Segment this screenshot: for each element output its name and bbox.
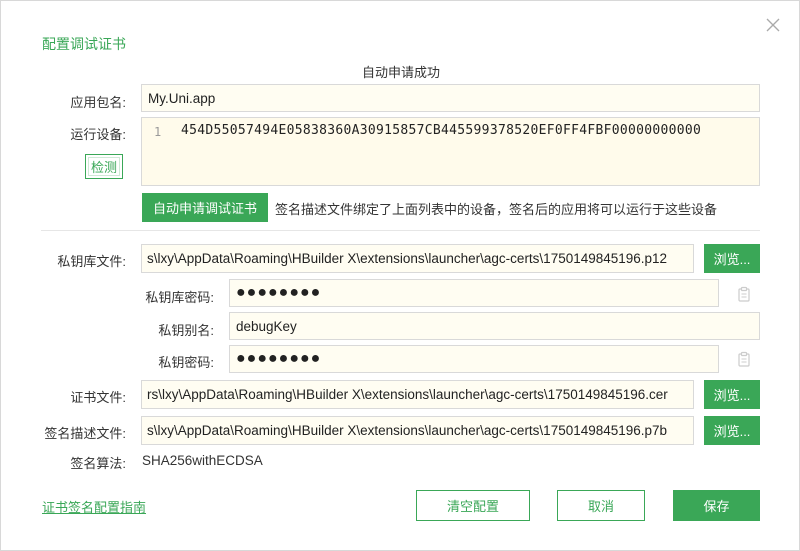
key-alias-label: 私钥别名:: [158, 323, 214, 338]
keystore-browse-button[interactable]: 浏览...: [704, 244, 760, 273]
keystore-password-label: 私钥库密码:: [145, 290, 214, 305]
debug-certificate-dialog: 配置调试证书 自动申请成功 应用包名: My.Uni.app 运行设备: 检测 …: [0, 0, 800, 551]
keystore-password-input[interactable]: ●●●●●●●●: [229, 279, 719, 307]
package-name-label: 应用包名:: [70, 95, 126, 110]
keystore-file-label: 私钥库文件:: [57, 254, 126, 269]
device-list-editor[interactable]: 1 454D55057494E05838360A30915857CB445599…: [141, 117, 760, 186]
certificate-guide-link[interactable]: 证书签名配置指南: [42, 497, 146, 516]
keystore-file-value: s\lxy\AppData\Roaming\HBuilder X\extensi…: [147, 251, 668, 266]
certificate-file-value: rs\lxy\AppData\Roaming\HBuilder X\extens…: [147, 387, 668, 402]
detect-button[interactable]: 检测: [85, 154, 123, 179]
clear-config-button[interactable]: 清空配置: [416, 490, 530, 521]
key-alias-value: debugKey: [236, 318, 297, 334]
profile-browse-button[interactable]: 浏览...: [704, 416, 760, 445]
profile-file-label: 签名描述文件:: [44, 426, 126, 441]
key-password-input[interactable]: ●●●●●●●●: [229, 345, 719, 373]
profile-file-input[interactable]: s\lxy\AppData\Roaming\HBuilder X\extensi…: [141, 416, 694, 445]
key-alias-input[interactable]: debugKey: [229, 312, 760, 340]
device-id-text: 454D55057494E05838360A30915857CB44559937…: [181, 123, 702, 138]
auto-apply-hint: 签名描述文件绑定了上面列表中的设备，签名后的应用将可以运行于这些设备: [275, 202, 718, 217]
certificate-file-input[interactable]: rs\lxy\AppData\Roaming\HBuilder X\extens…: [141, 380, 694, 409]
key-password-value: ●●●●●●●●: [236, 350, 322, 367]
apply-status-text: 自动申请成功: [361, 65, 440, 80]
device-label: 运行设备:: [70, 127, 126, 142]
clipboard-icon[interactable]: [737, 286, 751, 302]
package-name-value: My.Uni.app: [148, 90, 216, 106]
algorithm-label: 签名算法:: [70, 456, 126, 471]
close-icon[interactable]: [763, 15, 783, 35]
keystore-file-input[interactable]: s\lxy\AppData\Roaming\HBuilder X\extensi…: [141, 244, 694, 273]
auto-apply-certificate-button[interactable]: 自动申请调试证书: [142, 193, 268, 222]
package-name-input[interactable]: My.Uni.app: [141, 84, 760, 112]
keystore-password-value: ●●●●●●●●: [236, 284, 322, 301]
clipboard-icon[interactable]: [737, 351, 751, 367]
line-number: 1: [154, 125, 162, 139]
profile-file-value: s\lxy\AppData\Roaming\HBuilder X\extensi…: [147, 423, 668, 438]
cancel-button[interactable]: 取消: [557, 490, 645, 521]
dialog-title: 配置调试证书: [42, 36, 126, 52]
section-divider: [41, 230, 760, 231]
key-password-label: 私钥密码:: [158, 355, 214, 370]
certificate-browse-button[interactable]: 浏览...: [704, 380, 760, 409]
save-button[interactable]: 保存: [673, 490, 760, 521]
certificate-file-label: 证书文件:: [70, 390, 126, 405]
algorithm-value: SHA256withECDSA: [142, 453, 263, 468]
